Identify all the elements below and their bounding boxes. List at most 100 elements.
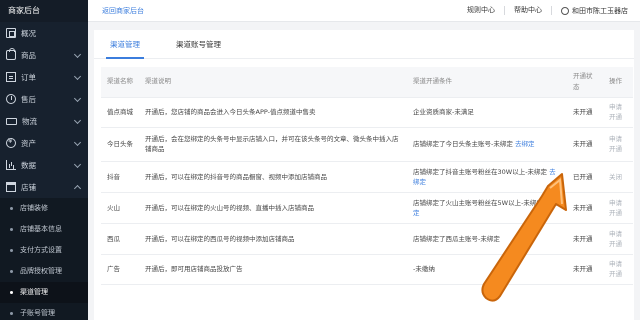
table-row: 值点商城 开通后，您店铺的商品会进入今日头条APP-值点频道中售卖 企业资质商家… [101,97,633,128]
sidebar-item-label: 商品 [21,50,36,60]
col-header-desc: 渠道说明 [139,67,407,98]
condition-text: 店铺绑定了西瓜主账号-未绑定 [413,234,500,243]
main-panel: 渠道管理 渠道账号管理 渠道名称 渠道说明 渠道开通条件 开通状态 操作 值点商… [94,30,634,320]
user-icon [561,6,569,15]
after-sale-icon [6,94,16,104]
chevron-down-icon [73,72,82,81]
channel-name: 抖音 [101,161,139,193]
sidebar-item-label: 资产 [21,138,36,148]
chevron-down-icon [73,160,82,169]
sidebar-item-overview[interactable]: 概况 [0,22,88,44]
table-row: 抖音 开通后，可以在绑定的抖音号的商品橱窗、视频中添加店铺商品 店铺绑定了抖音主… [101,161,633,193]
brand-title: 商家后台 [0,0,88,22]
condition-text: -未缴纳 [413,265,435,273]
table-row: 西瓜 开通后，可以在绑定的西瓜号的视频中添加店铺商品 店铺绑定了西瓜主账号-未绑… [101,223,633,255]
shop-account-menu[interactable]: 和田市陈工玉器店 [552,6,640,16]
sidebar-item-label: 概况 [21,28,36,38]
sidebar-item-assets[interactable]: 资产 [0,132,88,154]
col-header-condition: 渠道开通条件 [407,67,567,98]
channel-status: 未开通 [567,127,603,162]
sidebar-item-label: 售后 [21,94,36,104]
col-header-name: 渠道名称 [101,67,139,98]
channel-status: 未开通 [567,192,603,224]
close-button[interactable]: 关闭 [603,161,633,193]
apply-open-button[interactable]: 申请开通 [603,254,633,285]
condition-text: 店铺绑定了火山主账号粉丝在5W以上-未绑定 [413,198,543,207]
channel-name: 值点商城 [101,97,139,128]
channel-desc: 开通后，会在您绑定的头条号中显示店铺入口，并可在该头条号的文章、微头条中插入店铺… [139,127,407,162]
tab-channel-accounts[interactable]: 渠道账号管理 [168,39,229,58]
sidebar-item-logistics[interactable]: 物流 [0,110,88,132]
sidebar-item-label: 店铺 [21,182,36,192]
channel-desc: 开通后，可以在绑定的西瓜号的视频中添加店铺商品 [139,223,407,255]
col-header-operation: 操作 [603,67,633,98]
channel-condition: 企业资质商家-未满足 [407,97,567,128]
submenu-item-sub-accounts[interactable]: 子账号管理 [0,303,88,320]
back-to-admin-link[interactable]: 返回商家后台 [102,6,144,16]
tab-bar: 渠道管理 渠道账号管理 [94,30,634,59]
submenu-item-channel-management[interactable]: 渠道管理 [0,282,88,303]
sidebar-item-order[interactable]: 订单 [0,66,88,88]
overview-icon [6,28,16,38]
sidebar-item-label: 物流 [22,116,37,126]
shop-submenu: 店铺装修 店铺基本信息 支付方式设置 品牌授权管理 渠道管理 子账号管理 [0,198,88,320]
channel-table: 渠道名称 渠道说明 渠道开通条件 开通状态 操作 值点商城 开通后，您店铺的商品… [101,67,633,285]
condition-text: 店铺绑定了抖音主账号粉丝在30W以上-未绑定 [413,167,548,176]
channel-status: 未开通 [567,254,603,285]
sidebar-item-label: 订单 [21,72,36,82]
assets-icon [6,137,16,148]
tab-channel-management[interactable]: 渠道管理 [102,39,148,59]
chevron-down-icon [73,116,82,125]
table-header-row: 渠道名称 渠道说明 渠道开通条件 开通状态 操作 [101,67,633,98]
sidebar-item-goods[interactable]: 商品 [0,44,88,66]
table-row: 今日头条 开通后，会在您绑定的头条号中显示店铺入口，并可在该头条号的文章、微头条… [101,127,633,162]
channel-desc: 开通后，可以在绑定的抖音号的商品橱窗、视频中添加店铺商品 [139,161,407,193]
header-right: 规则中心 帮助中心 和田市陈工玉器店 [458,0,640,21]
shop-icon [6,182,16,192]
apply-open-button[interactable]: 申请开通 [603,223,633,255]
sidebar: 商家后台 概况 商品 订单 售后 物流 资产 数据 店铺 店铺装修 店铺基本信息… [0,0,88,320]
chevron-down-icon [73,50,82,59]
channel-condition: 店铺绑定了西瓜主账号-未绑定 [407,223,567,255]
sidebar-item-data[interactable]: 数据 [0,154,88,176]
condition-text: 企业资质商家-未满足 [413,108,474,116]
submenu-item-brand-auth[interactable]: 品牌授权管理 [0,261,88,282]
chevron-down-icon [73,138,82,147]
channel-name: 广告 [101,254,139,285]
sidebar-menu: 概况 商品 订单 售后 物流 资产 数据 店铺 [0,22,88,198]
channel-condition: 店铺绑定了抖音主账号粉丝在30W以上-未绑定 去绑定 [407,161,567,193]
apply-open-button[interactable]: 申请开通 [603,127,633,162]
bind-link[interactable]: 去绑定 [515,140,535,148]
submenu-item-payment-settings[interactable]: 支付方式设置 [0,240,88,261]
goods-icon [6,48,16,60]
data-icon [6,160,16,170]
chevron-up-icon [73,184,82,193]
apply-open-button[interactable]: 申请开通 [603,97,633,128]
channel-condition: 店铺绑定了火山主账号粉丝在5W以上-未绑定 去绑定 [407,192,567,224]
condition-text: 店铺绑定了今日头条主账号-未绑定 [413,140,513,148]
channel-condition: -未缴纳 [407,254,567,285]
help-center-link[interactable]: 帮助中心 [505,6,552,15]
channel-name: 西瓜 [101,223,139,255]
channel-desc: 开通后，可以在绑定的火山号的视频、直播中插入店铺商品 [139,192,407,224]
channel-status: 已开通 [567,161,603,193]
col-header-status: 开通状态 [567,67,603,98]
chevron-down-icon [73,94,82,103]
sidebar-item-label: 数据 [21,160,36,170]
channel-status: 未开通 [567,223,603,255]
apply-open-button[interactable]: 申请开通 [603,192,633,224]
table-row: 广告 开通后，即可用店铺商品投放广告 -未缴纳 未开通 申请开通 [101,254,633,285]
channel-condition: 店铺绑定了今日头条主账号-未绑定 去绑定 [407,127,567,162]
order-icon [6,72,16,82]
rules-center-link[interactable]: 规则中心 [458,6,505,15]
table-row: 火山 开通后，可以在绑定的火山号的视频、直播中插入店铺商品 店铺绑定了火山主账号… [101,192,633,224]
submenu-item-shop-decoration[interactable]: 店铺装修 [0,198,88,219]
channel-desc: 开通后，您店铺的商品会进入今日头条APP-值点频道中售卖 [139,97,407,128]
sidebar-item-after-sale[interactable]: 售后 [0,88,88,110]
submenu-item-shop-info[interactable]: 店铺基本信息 [0,219,88,240]
top-header: 返回商家后台 规则中心 帮助中心 和田市陈工玉器店 [88,0,640,22]
logistics-icon [6,117,17,125]
channel-status: 未开通 [567,97,603,128]
sidebar-item-shop[interactable]: 店铺 [0,176,88,198]
channel-desc: 开通后，即可用店铺商品投放广告 [139,254,407,285]
